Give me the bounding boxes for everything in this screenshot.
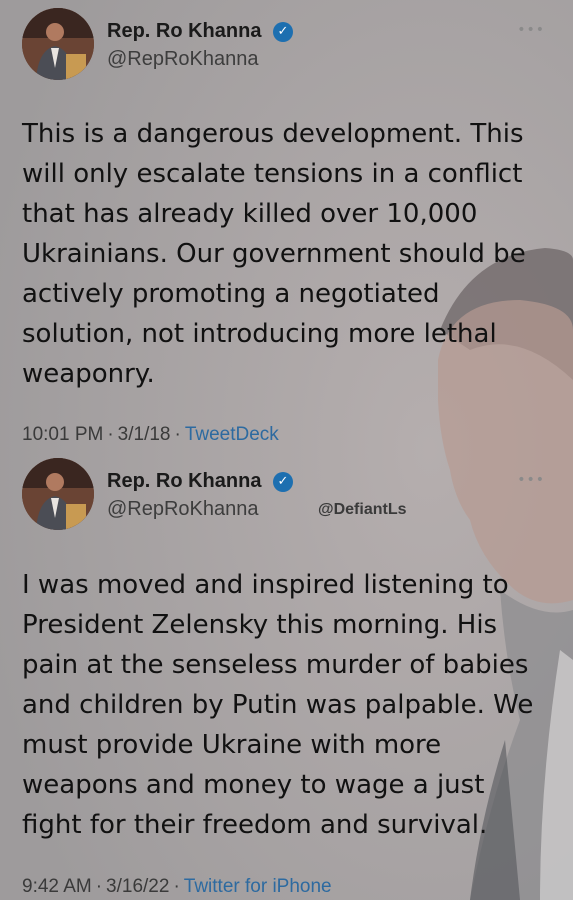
verified-badge-icon: ✓ <box>273 472 293 492</box>
avatar[interactable] <box>22 458 94 530</box>
handle[interactable]: @RepRoKhanna <box>107 48 259 71</box>
meta-separator: · <box>174 424 181 445</box>
tweet-date[interactable]: 3/1/18 <box>118 424 171 445</box>
tweet-text: I was moved and inspired listening to Pr… <box>22 570 534 840</box>
handle[interactable]: @RepRoKhanna <box>107 498 259 521</box>
tweet-time[interactable]: 9:42 AM <box>22 876 92 897</box>
tweet-text: This is a dangerous development. This wi… <box>22 119 526 389</box>
tweet-source-link[interactable]: Twitter for iPhone <box>184 876 332 897</box>
tweet-meta: 10:01 PM · 3/1/18 · TweetDeck <box>22 424 279 446</box>
display-name[interactable]: Rep. Ro Khanna <box>107 470 261 493</box>
tweet-time[interactable]: 10:01 PM <box>22 424 103 445</box>
avatar[interactable] <box>22 8 94 80</box>
tweet-source-link[interactable]: TweetDeck <box>185 424 279 445</box>
tweet-date[interactable]: 3/16/22 <box>106 876 169 897</box>
meta-separator: · <box>173 876 180 897</box>
watermark-handle: @DefiantLs <box>318 501 407 518</box>
meta-separator: · <box>107 424 114 445</box>
meta-separator: · <box>95 876 103 897</box>
more-options-icon[interactable]: ••• <box>517 472 545 488</box>
display-name[interactable]: Rep. Ro Khanna <box>107 20 261 43</box>
more-options-icon[interactable]: ••• <box>517 22 545 38</box>
tweet-meta: 9:42 AM · 3/16/22 · Twitter for iPhone <box>22 876 332 898</box>
verified-badge-icon: ✓ <box>273 22 293 42</box>
